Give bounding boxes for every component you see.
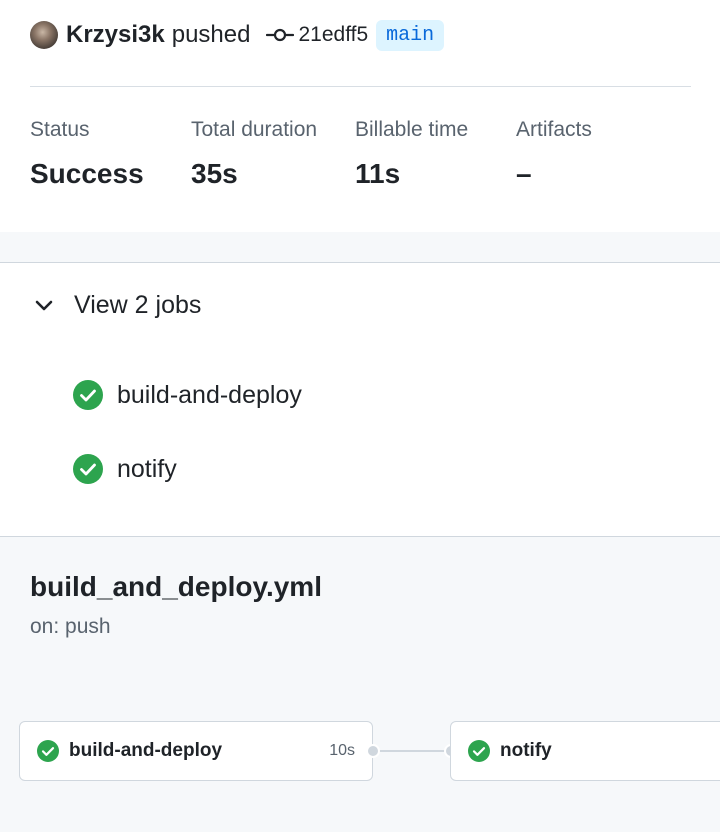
trigger-action: pushed — [171, 21, 251, 48]
trigger-info: Krzysi3k pushed 21edff5 main — [30, 18, 445, 52]
job-label: build-and-deploy — [117, 380, 302, 409]
stat-label: Billable time — [355, 118, 469, 141]
job-connector-line — [373, 750, 451, 752]
workflow-filename[interactable]: build_and_deploy.yml — [30, 571, 322, 603]
stat-status: Status Success — [30, 118, 144, 190]
stat-label: Total duration — [191, 118, 318, 141]
check-circle-fill-icon — [73, 380, 103, 410]
job-item-notify[interactable]: notify — [73, 454, 177, 484]
check-circle-fill-icon — [37, 740, 59, 762]
section-separator — [0, 232, 720, 263]
avatar[interactable] — [30, 21, 58, 49]
chevron-down-icon — [35, 300, 53, 310]
graph-job-build-and-deploy[interactable]: build-and-deploy 10s — [19, 721, 373, 781]
stat-total-duration: Total duration 35s — [191, 118, 317, 190]
stat-artifacts: Artifacts – — [516, 118, 592, 190]
stat-value: 35s — [191, 158, 238, 189]
view-jobs-label: View 2 jobs — [74, 291, 202, 319]
stat-label: Artifacts — [516, 118, 592, 141]
graph-job-label: build-and-deploy — [69, 740, 223, 761]
check-circle-fill-icon — [73, 454, 103, 484]
commit-sha-link[interactable]: 21edff5 — [298, 23, 368, 47]
stat-value: – — [516, 158, 532, 189]
graph-job-duration: 10s — [329, 742, 355, 759]
job-item-build-and-deploy[interactable]: build-and-deploy — [73, 380, 302, 410]
job-label: notify — [117, 454, 177, 483]
stat-label: Status — [30, 118, 90, 141]
git-commit-icon — [266, 28, 295, 42]
branch-badge[interactable]: main — [376, 19, 445, 51]
check-circle-fill-icon — [468, 740, 490, 762]
divider — [30, 86, 691, 87]
workflow-graph: build_and_deploy.yml on: push build-and-… — [0, 537, 720, 832]
stat-billable-time: Billable time 11s — [355, 118, 468, 190]
jobs-panel: View 2 jobs build-and-deploy notify — [0, 263, 720, 537]
view-jobs-toggle[interactable]: View 2 jobs — [30, 291, 201, 320]
actor-name[interactable]: Krzysi3k — [66, 21, 165, 49]
run-summary: Krzysi3k pushed 21edff5 main Status Succ… — [0, 0, 720, 233]
graph-job-notify[interactable]: notify — [450, 721, 720, 781]
graph-job-label: notify — [500, 740, 552, 761]
stat-value: Success — [30, 158, 144, 189]
workflow-trigger: on: push — [30, 615, 111, 638]
stat-value: 11s — [355, 158, 401, 189]
connector-dot — [366, 744, 380, 758]
